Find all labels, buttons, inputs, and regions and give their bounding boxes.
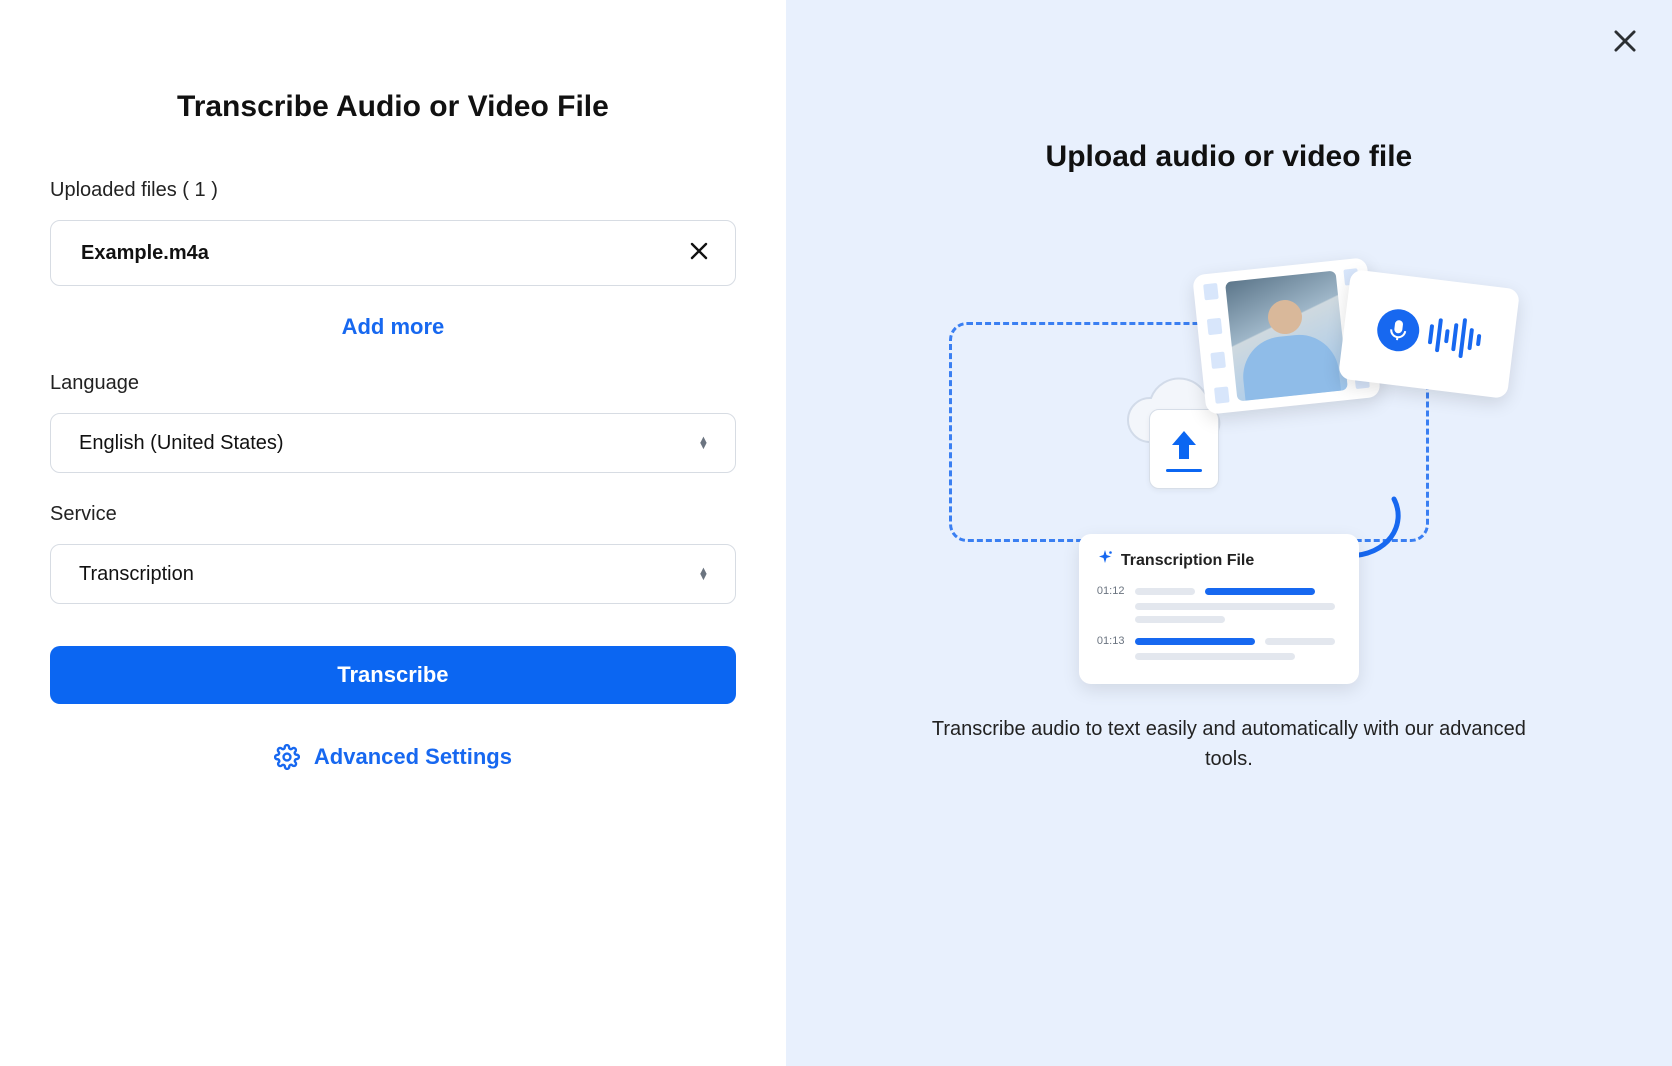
advanced-settings-label: Advanced Settings xyxy=(314,744,512,770)
language-select[interactable]: English (United States) ▲▼ xyxy=(50,413,736,473)
uploaded-files-label: Uploaded files ( 1 ) xyxy=(50,179,736,202)
video-thumbnail xyxy=(1225,271,1348,402)
uploaded-file-name: Example.m4a xyxy=(81,242,209,265)
close-icon[interactable] xyxy=(1612,28,1638,60)
page-title: Transcribe Audio or Video File xyxy=(50,90,736,124)
audio-waveform-card xyxy=(1338,269,1520,399)
info-subtitle: Transcribe audio to text easily and auto… xyxy=(929,714,1529,774)
advanced-settings-button[interactable]: Advanced Settings xyxy=(50,744,736,770)
language-value: English (United States) xyxy=(79,432,284,455)
timestamp: 01:12 xyxy=(1097,585,1125,597)
waveform-icon xyxy=(1426,314,1482,360)
chevron-updown-icon: ▲▼ xyxy=(698,568,709,580)
service-value: Transcription xyxy=(79,563,194,586)
sparkle-icon xyxy=(1097,550,1113,571)
upload-arrow-icon xyxy=(1149,409,1219,489)
upload-illustration: Transcription File 01:12 01:13 xyxy=(949,234,1509,664)
service-label: Service xyxy=(50,503,736,526)
transcribe-button[interactable]: Transcribe xyxy=(50,646,736,704)
gear-icon xyxy=(274,744,300,770)
info-title: Upload audio or video file xyxy=(1046,140,1413,174)
remove-file-icon[interactable] xyxy=(689,241,709,265)
microphone-icon xyxy=(1375,307,1422,354)
language-label: Language xyxy=(50,372,736,395)
uploaded-file-row: Example.m4a xyxy=(50,220,736,286)
chevron-updown-icon: ▲▼ xyxy=(698,437,709,449)
timestamp: 01:13 xyxy=(1097,635,1125,647)
uploaded-count: 1 xyxy=(195,179,206,201)
transcription-card-title: Transcription File xyxy=(1121,552,1254,570)
service-select[interactable]: Transcription ▲▼ xyxy=(50,544,736,604)
add-more-button[interactable]: Add more xyxy=(50,314,736,340)
transcription-file-card: Transcription File 01:12 01:13 xyxy=(1079,534,1359,684)
form-panel: Transcribe Audio or Video File Uploaded … xyxy=(0,0,786,1066)
info-panel: Upload audio or video file xyxy=(786,0,1672,1066)
